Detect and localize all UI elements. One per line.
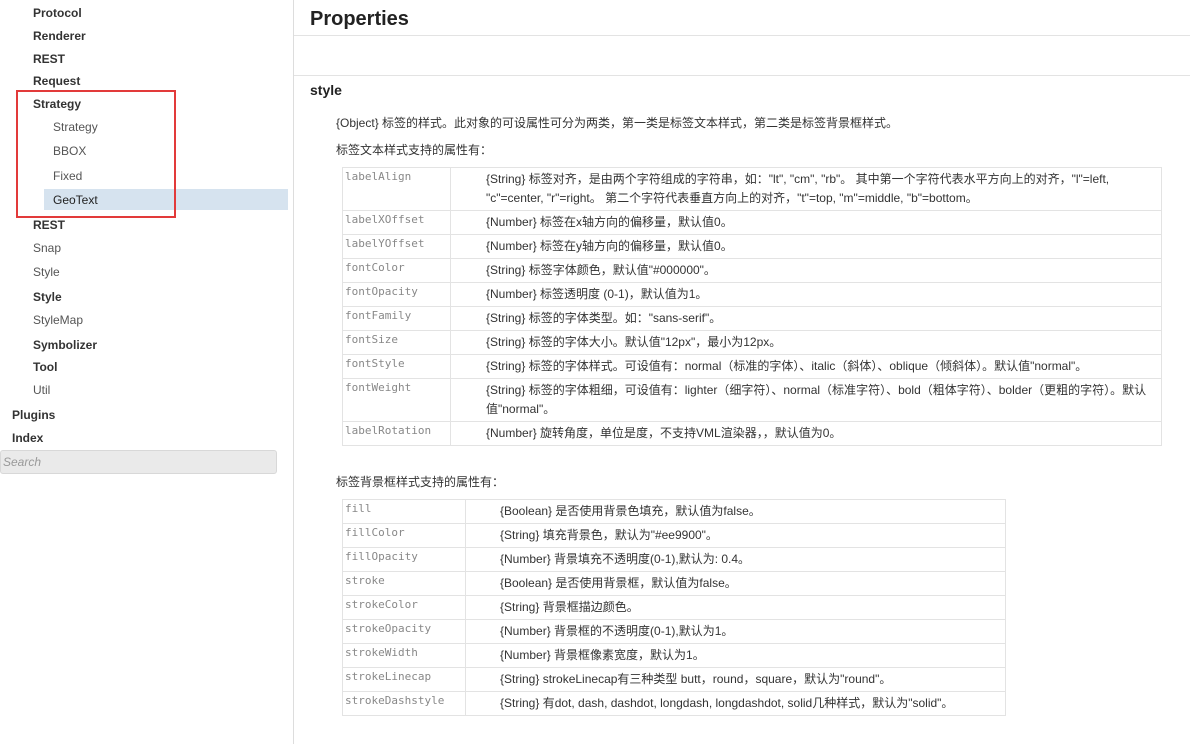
prop-desc: {String} 背景框描边颜色。 [465, 595, 1006, 620]
table-row: labelAlign {String} 标签对齐，是由两个字符组成的字符串，如："… [342, 167, 1162, 211]
table-row: fillColor {String} 填充背景色，默认为"#ee9900"。 [342, 523, 1006, 548]
prop-desc: {String} 标签字体颜色，默认值"#000000"。 [450, 258, 1162, 283]
prop-desc: {String} 标签对齐，是由两个字符组成的字符串，如："lt", "cm",… [450, 167, 1162, 211]
prop-desc: {String} 标签的字体类型。如："sans-serif"。 [450, 306, 1162, 331]
prop-desc: {Boolean} 是否使用背景框，默认值为false。 [465, 571, 1006, 596]
table-row: strokeDashstyle {String} 有dot, dash, dash… [342, 691, 1006, 716]
table-row: fontWeight {String} 标签的字体粗细，可设值有：lighter（… [342, 378, 1162, 422]
prop-key: strokeDashstyle [342, 691, 466, 716]
text-style-heading: 标签文本样式支持的属性有： [336, 143, 493, 157]
table-row: strokeLinecap {String} strokeLinecap有三种类型… [342, 667, 1006, 692]
sidebar: Protocol Renderer REST Request Strategy … [0, 0, 293, 744]
nav-item-index[interactable]: Index [12, 430, 43, 446]
text-style-table: labelAlign {String} 标签对齐，是由两个字符组成的字符串，如："… [342, 167, 1162, 446]
table-row: fill {Boolean} 是否使用背景色填充，默认值为false。 [342, 499, 1006, 524]
prop-key: labelYOffset [342, 234, 451, 259]
table-row: labelXOffset {Number} 标签在x轴方向的偏移量，默认值0。 [342, 210, 1162, 235]
nav-item-rest[interactable]: REST [33, 51, 65, 67]
table-row: fontFamily {String} 标签的字体类型。如："sans-serif… [342, 306, 1162, 331]
table-row: fontStyle {String} 标签的字体样式。可设值有：normal（标准… [342, 354, 1162, 379]
table-row: strokeColor {String} 背景框描边颜色。 [342, 595, 1006, 620]
prop-key: fill [342, 499, 466, 524]
table-row: fontSize {String} 标签的字体大小。默认值"12px"，最小为12… [342, 330, 1162, 355]
prop-desc: {Number} 背景填充不透明度(0-1),默认为: 0.4。 [465, 547, 1006, 572]
nav-item-style-group[interactable]: Style [33, 289, 62, 305]
table-row: fillOpacity {Number} 背景填充不透明度(0-1),默认为: 0… [342, 547, 1006, 572]
prop-desc: {String} 标签的字体粗细，可设值有：lighter（细字符）、norma… [450, 378, 1162, 422]
prop-desc: {Boolean} 是否使用背景色填充，默认值为false。 [465, 499, 1006, 524]
nav-item-tool[interactable]: Tool [33, 359, 57, 375]
search-input[interactable]: Search [0, 450, 277, 474]
annotation-highlight-box [16, 90, 176, 218]
nav-item-rest-2[interactable]: REST [33, 217, 65, 233]
bg-style-table: fill {Boolean} 是否使用背景色填充，默认值为false。 fillC… [342, 499, 1006, 716]
table-row: strokeWidth {Number} 背景框像素宽度，默认为1。 [342, 643, 1006, 668]
prop-key: strokeColor [342, 595, 466, 620]
nav-item-renderer[interactable]: Renderer [33, 28, 86, 44]
section-title: style [310, 82, 342, 98]
page-title: Properties [310, 8, 409, 30]
nav-item-protocol[interactable]: Protocol [33, 5, 82, 21]
prop-desc: {String} 标签的字体样式。可设值有：normal（标准的字体）、ital… [450, 354, 1162, 379]
divider [294, 75, 1190, 76]
prop-desc: {String} strokeLinecap有三种类型 butt，round，s… [465, 667, 1006, 692]
prop-desc: {String} 标签的字体大小。默认值"12px"，最小为12px。 [450, 330, 1162, 355]
prop-key: fontSize [342, 330, 451, 355]
prop-key: fontOpacity [342, 282, 451, 307]
prop-desc: {Number} 背景框像素宽度，默认为1。 [465, 643, 1006, 668]
nav-item-stylemap[interactable]: StyleMap [33, 312, 83, 328]
nav-item-style[interactable]: Style [33, 264, 60, 280]
table-row: fontOpacity {Number} 标签透明度 (0-1)，默认值为1。 [342, 282, 1162, 307]
prop-desc: {Number} 背景框的不透明度(0-1),默认为1。 [465, 619, 1006, 644]
table-row: labelRotation {Number} 旋转角度，单位是度，不支持VML渲染… [342, 421, 1162, 446]
nav-item-plugins[interactable]: Plugins [12, 407, 55, 423]
prop-key: fontWeight [342, 378, 451, 422]
prop-desc: {String} 有dot, dash, dashdot, longdash, … [465, 691, 1006, 716]
prop-desc: {String} 填充背景色，默认为"#ee9900"。 [465, 523, 1006, 548]
prop-key: strokeWidth [342, 643, 466, 668]
table-row: strokeOpacity {Number} 背景框的不透明度(0-1),默认为1… [342, 619, 1006, 644]
bg-style-heading: 标签背景框样式支持的属性有： [336, 475, 505, 489]
prop-key: fillColor [342, 523, 466, 548]
nav-item-util[interactable]: Util [33, 382, 50, 398]
intro-text: {Object} 标签的样式。此对象的可设属性可分为两类，第一类是标签文本样式，… [336, 116, 899, 130]
prop-key: labelAlign [342, 167, 451, 211]
nav-item-snap[interactable]: Snap [33, 240, 61, 256]
prop-key: labelRotation [342, 421, 451, 446]
prop-key: labelXOffset [342, 210, 451, 235]
table-row: stroke {Boolean} 是否使用背景框，默认值为false。 [342, 571, 1006, 596]
prop-key: strokeOpacity [342, 619, 466, 644]
prop-key: fontStyle [342, 354, 451, 379]
table-row: labelYOffset {Number} 标签在y轴方向的偏移量，默认值0。 [342, 234, 1162, 259]
prop-desc: {Number} 标签在y轴方向的偏移量，默认值0。 [450, 234, 1162, 259]
prop-desc: {Number} 标签在x轴方向的偏移量，默认值0。 [450, 210, 1162, 235]
divider [294, 35, 1190, 36]
content-area: Properties style {Object} 标签的样式。此对象的可设属性… [294, 0, 1190, 744]
prop-key: strokeLinecap [342, 667, 466, 692]
prop-key: stroke [342, 571, 466, 596]
prop-desc: {Number} 旋转角度，单位是度，不支持VML渲染器，，默认值为0。 [450, 421, 1162, 446]
prop-key: fontFamily [342, 306, 451, 331]
prop-key: fillOpacity [342, 547, 466, 572]
table-row: fontColor {String} 标签字体颜色，默认值"#000000"。 [342, 258, 1162, 283]
nav-item-symbolizer[interactable]: Symbolizer [33, 337, 97, 353]
nav-item-request[interactable]: Request [33, 73, 80, 89]
prop-desc: {Number} 标签透明度 (0-1)，默认值为1。 [450, 282, 1162, 307]
prop-key: fontColor [342, 258, 451, 283]
